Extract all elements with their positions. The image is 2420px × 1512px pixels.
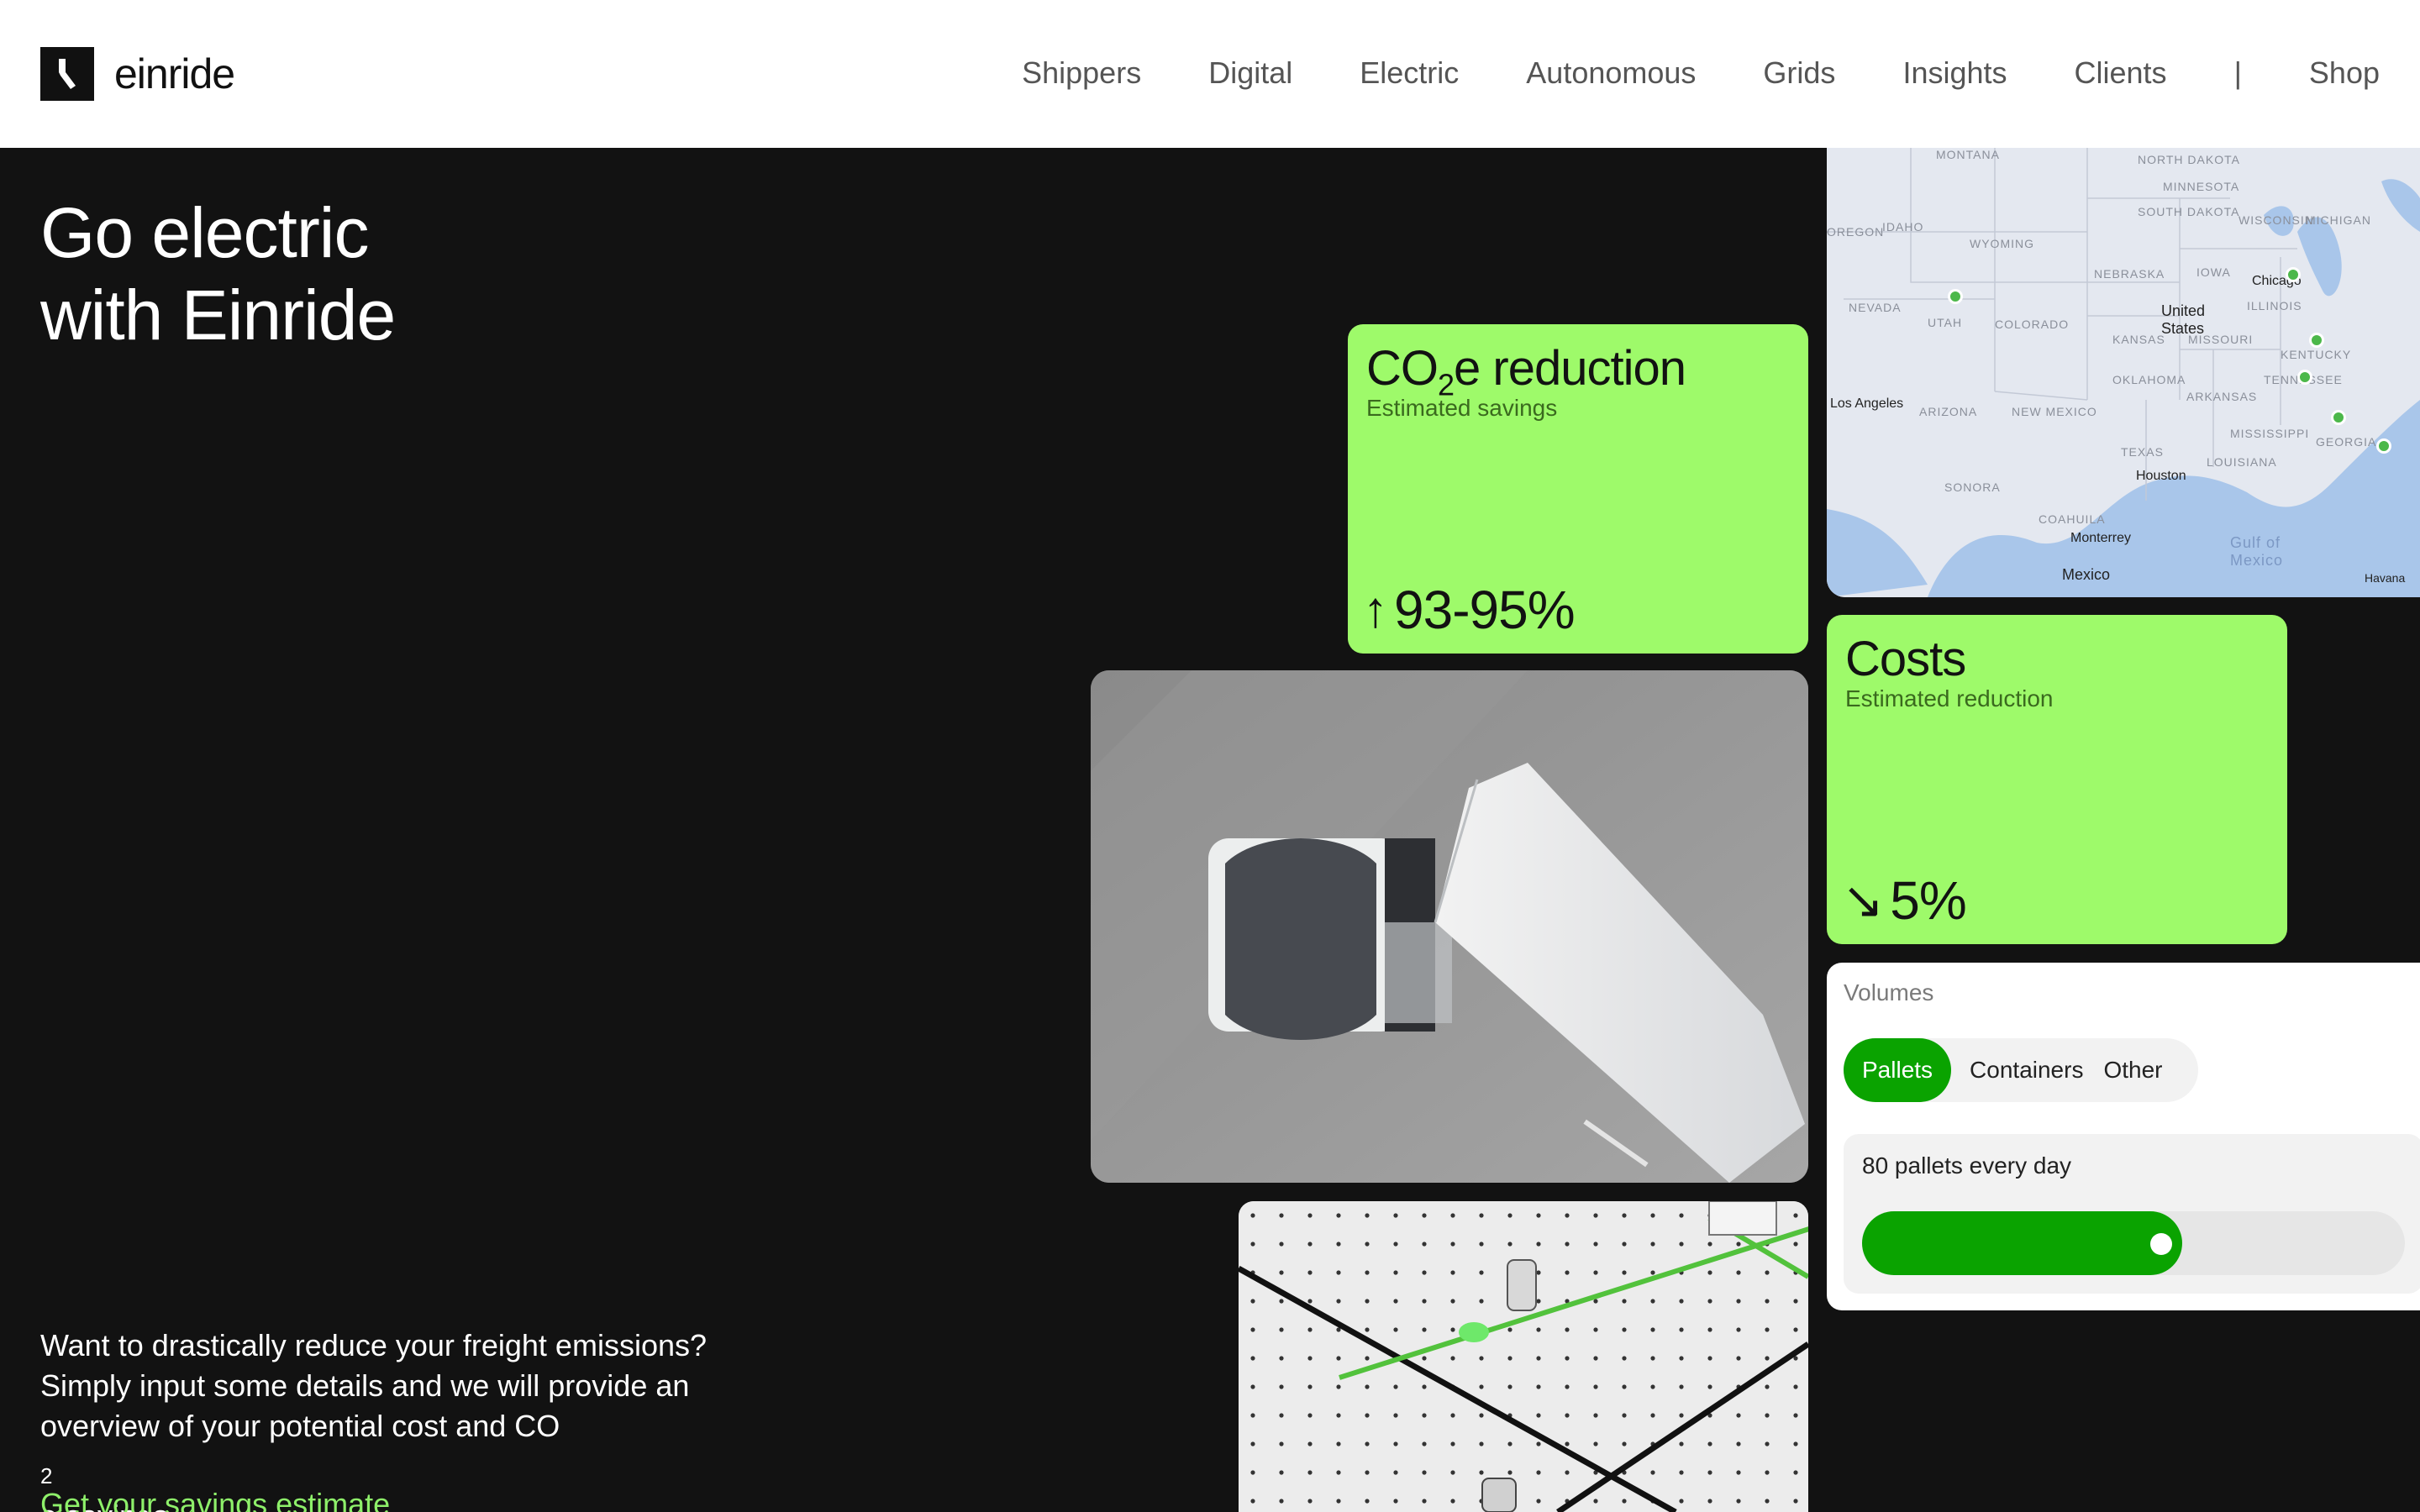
savings-estimate-link[interactable]: Get your savings estimate xyxy=(40,1487,390,1512)
map-label-kansas: KANSAS xyxy=(2112,333,2165,346)
map-pin[interactable] xyxy=(2297,370,2312,385)
map-label-georgia: GEORGIA xyxy=(2316,435,2377,449)
desc-line-1: Want to drastically reduce your freight … xyxy=(40,1328,708,1362)
nav-separator: | xyxy=(2233,55,2242,90)
map-label-minnesota: MINNESOTA xyxy=(2163,180,2240,193)
map-label-arizona: ARIZONA xyxy=(1919,405,1978,418)
map-label-idaho: IDAHO xyxy=(1882,220,1924,234)
option-containers[interactable]: Containers xyxy=(1951,1038,2093,1102)
volumes-panel: Volumes Pallets Containers Other 80 pall… xyxy=(1827,963,2420,1310)
map-pin[interactable] xyxy=(2309,333,2324,348)
volume-slider-box: 80 pallets every day xyxy=(1844,1134,2420,1294)
site-header: einride Shippers Digital Electric Autono… xyxy=(0,0,2420,148)
map-label-louisiana: LOUISIANA xyxy=(2207,455,2277,469)
nav-autonomous[interactable]: Autonomous xyxy=(1526,50,1696,96)
map-label-michigan: MICHIGAN xyxy=(2306,213,2371,227)
costs-card-value: ↘ 5% xyxy=(1842,869,1967,932)
map-label-new-mexico: NEW MEXICO xyxy=(2012,405,2097,418)
map-label-wisconsin: WISCONSIN xyxy=(2238,213,2314,227)
hero-title: Go electric with Einride xyxy=(40,192,881,356)
nav-electric[interactable]: Electric xyxy=(1360,50,1459,96)
route-map[interactable]: MONTANA NORTH DAKOTA MINNESOTA SOUTH DAK… xyxy=(1827,148,2420,597)
map-label-nevada: NEVADA xyxy=(1849,301,1902,314)
map-label-texas: TEXAS xyxy=(2121,445,2164,459)
map-pin[interactable] xyxy=(1948,289,1963,304)
volume-slider-fill xyxy=(1862,1211,2182,1275)
nav-clients[interactable]: Clients xyxy=(2075,50,2167,96)
nav-shop[interactable]: Shop xyxy=(2309,50,2380,96)
volume-type-selector: Pallets Containers Other xyxy=(1844,1038,2198,1102)
co2-card-subtitle: Estimated savings xyxy=(1366,395,1558,421)
map-label-south-dakota: SOUTH DAKOTA xyxy=(2138,205,2240,218)
map-label-wyoming: WYOMING xyxy=(1970,237,2034,250)
map-city-havana: Havana xyxy=(2365,571,2406,585)
costs-card-subtitle: Estimated reduction xyxy=(1845,685,2054,711)
map-label-oklahoma: OKLAHOMA xyxy=(2112,373,2186,386)
hero-title-line-2: with Einride xyxy=(40,276,396,354)
map-label-kentucky: KENTUCKY xyxy=(2281,348,2352,361)
grid-image xyxy=(1239,1201,1808,1512)
map-label-mississippi: MISSISSIPPI xyxy=(2230,427,2310,440)
logo[interactable]: einride xyxy=(40,47,235,101)
hero-description: Want to drastically reduce your freight … xyxy=(40,1326,797,1512)
map-label-iowa: IOWA xyxy=(2196,265,2231,279)
volume-slider-thumb[interactable] xyxy=(2150,1233,2172,1255)
map-label-oregon: OREGON xyxy=(1827,225,1885,239)
map-city-houston: Houston xyxy=(2136,469,2186,483)
co2-value: 93-95% xyxy=(1394,580,1576,640)
arrow-down-right-icon: ↘ xyxy=(1842,872,1884,928)
map-label-sonora: SONORA xyxy=(1944,480,2001,494)
arrow-up-icon: ↑ xyxy=(1363,581,1388,638)
map-city-monterrey: Monterrey xyxy=(2070,531,2132,545)
map-label-north-dakota: NORTH DAKOTA xyxy=(2138,153,2240,166)
map-city-los-angeles: Los Angeles xyxy=(1830,396,1904,411)
volume-slider[interactable] xyxy=(1862,1211,2405,1275)
co2-card-value: ↑ 93-95% xyxy=(1363,578,1576,642)
map-city-mexico: Mexico xyxy=(2062,566,2111,583)
brand-name: einride xyxy=(114,50,235,97)
map-label-utah: UTAH xyxy=(1928,316,1963,329)
map-label-colorado: COLORADO xyxy=(1995,318,2070,331)
nav-digital[interactable]: Digital xyxy=(1208,50,1292,96)
co2-reduction-card: CO2e reduction Estimated savings ↑ 93-95… xyxy=(1348,324,1808,654)
page: einride Shippers Digital Electric Autono… xyxy=(0,0,2420,1512)
option-pallets[interactable]: Pallets xyxy=(1844,1038,1952,1102)
hero-title-line-1: Go electric xyxy=(40,193,369,272)
charging-grid-illustration xyxy=(1239,1201,1808,1512)
map-label-coahuila: COAHUILA xyxy=(2039,512,2106,526)
map-pin[interactable] xyxy=(2286,267,2301,282)
map-label-arkansas: ARKANSAS xyxy=(2186,390,2258,403)
nav-grids[interactable]: Grids xyxy=(1763,50,1835,96)
main-nav: Shippers Digital Electric Autonomous Gri… xyxy=(955,50,2380,96)
map-label-gulf: Gulf of Mexico xyxy=(2230,534,2284,569)
desc-line-2: Simply input some details and we will pr… xyxy=(40,1368,690,1403)
einride-logo-icon xyxy=(40,47,94,101)
truck-aerial-photo xyxy=(1091,670,1808,1183)
map-country-us: United States xyxy=(2161,302,2206,337)
map-label-montana: MONTANA xyxy=(1936,148,2000,161)
nav-shippers[interactable]: Shippers xyxy=(1022,50,1141,96)
map-pin[interactable] xyxy=(2376,438,2391,454)
costs-card-title: Costs xyxy=(1845,632,1966,686)
volumes-title: Volumes xyxy=(1844,979,1934,1005)
costs-card: Costs Estimated reduction ↘ 5% xyxy=(1827,615,2287,944)
truck-image xyxy=(1091,670,1808,1183)
volume-slider-label: 80 pallets every day xyxy=(1862,1152,2072,1179)
option-other[interactable]: Other xyxy=(2093,1038,2181,1102)
nav-insights[interactable]: Insights xyxy=(1902,50,2007,96)
map-pin[interactable] xyxy=(2331,410,2346,425)
costs-value: 5% xyxy=(1890,870,1966,931)
map-label-nebraska: NEBRASKA xyxy=(2094,267,2165,281)
map-label-illinois: ILLINOIS xyxy=(2247,299,2302,312)
